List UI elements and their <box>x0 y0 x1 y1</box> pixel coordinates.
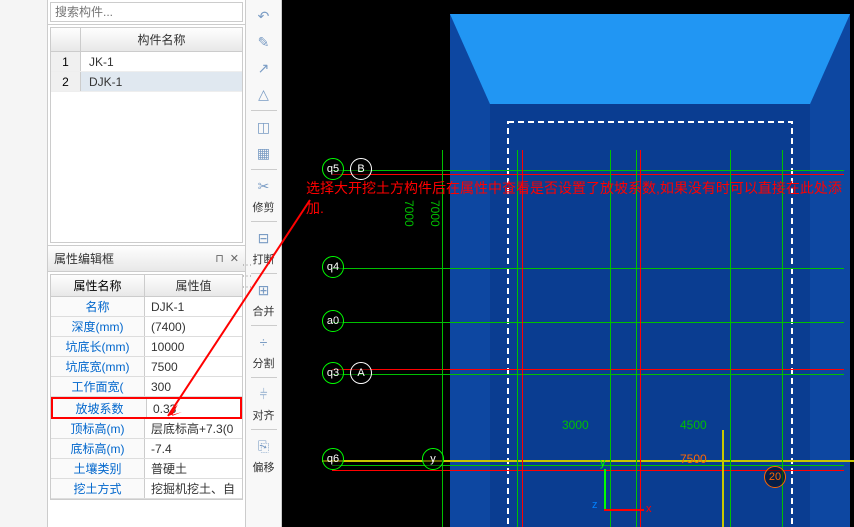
prop-header-value[interactable]: 属性值 <box>145 275 242 296</box>
table-row[interactable]: 1 JK-1 <box>51 52 242 72</box>
component-table: 构件名称 1 JK-1 2 DJK-1 <box>50 27 243 243</box>
tool-merge-icon[interactable]: ⊞ <box>250 278 278 302</box>
left-ribbon <box>0 0 48 527</box>
axis-label-q5: q5 <box>322 158 344 180</box>
prop-row-length[interactable]: 坑底长(mm) 10000 <box>51 337 242 357</box>
tool-grid-icon[interactable]: ▦ <box>250 141 278 165</box>
tool-rect-icon[interactable]: ◫ <box>250 115 278 139</box>
tool-align-icon[interactable]: ⫩ <box>250 382 278 406</box>
axis-label-y: y <box>422 448 444 470</box>
dimension-7500: 7500 <box>680 452 707 466</box>
prop-row-top-elev[interactable]: 顶标高(m) 层底标高+7.3(0 <box>51 419 242 439</box>
dimension-4500: 4500 <box>680 418 707 432</box>
tool-merge-label: 合并 <box>253 304 275 321</box>
axis-label-q6: q6 <box>322 448 344 470</box>
axis-label-B: B <box>350 158 372 180</box>
property-table: 属性名称 属性值 名称 DJK-1 深度(mm) (7400) 坑底长(mm) … <box>50 274 243 500</box>
close-icon[interactable]: ✕ <box>230 252 239 265</box>
table-row[interactable]: 2 DJK-1 <box>51 72 242 92</box>
prop-row-name[interactable]: 名称 DJK-1 <box>51 297 242 317</box>
pin-icon[interactable]: ⊓ <box>215 252 224 265</box>
axis-label-q3: q3 <box>322 362 344 384</box>
tool-pencil-icon[interactable]: ✎ <box>250 30 278 54</box>
prop-row-depth[interactable]: 深度(mm) (7400) <box>51 317 242 337</box>
tool-align-label: 对齐 <box>253 408 275 425</box>
column-header-name[interactable]: 构件名称 <box>81 28 242 51</box>
tool-offset-icon[interactable]: ⎘ <box>250 434 278 458</box>
prop-row-soil-type[interactable]: 土壤类别 普硬土 <box>51 459 242 479</box>
axis-label-20: 20 <box>764 466 786 488</box>
tool-offset-label: 偏移 <box>253 460 275 477</box>
prop-header-name[interactable]: 属性名称 <box>51 275 145 296</box>
drawing-canvas[interactable]: q5 B q4 a0 q3 A q6 y 20 7000 7000 3000 4… <box>282 0 854 527</box>
axis-label-a0: a0 <box>322 310 344 332</box>
axis-label-A: A <box>350 362 372 384</box>
prop-row-excavation-method[interactable]: 挖土方式 挖掘机挖土、自 <box>51 479 242 499</box>
panel-resize-handle[interactable]: ⋮⋮⋮ <box>241 260 252 293</box>
search-input[interactable] <box>50 2 243 22</box>
axis-label-q4: q4 <box>322 256 344 278</box>
prop-row-workface[interactable]: 工作面宽( 300 <box>51 377 242 397</box>
prop-row-slope-coefficient[interactable]: 放坡系数 0.33 <box>51 397 242 419</box>
property-editor-title: 属性编辑框 ⊓ ✕ <box>48 245 245 272</box>
prop-row-bottom-elev[interactable]: 底标高(m) -7.4 <box>51 439 242 459</box>
tool-break-icon[interactable]: ⊟ <box>250 226 278 250</box>
tool-split-label: 分割 <box>253 356 275 373</box>
excavation-shape[interactable] <box>450 14 850 527</box>
tool-triangle-icon[interactable]: △ <box>250 82 278 106</box>
tool-trim-icon[interactable]: ✂ <box>250 174 278 198</box>
tool-trim-label: 修剪 <box>253 200 275 217</box>
tool-split-icon[interactable]: ÷ <box>250 330 278 354</box>
prop-row-width[interactable]: 坑底宽(mm) 7500 <box>51 357 242 377</box>
tool-undo-icon[interactable]: ↶ <box>250 4 278 28</box>
tool-break-label: 打断 <box>253 252 275 269</box>
dimension-3000: 3000 <box>562 418 589 432</box>
annotation-text: 选择大开挖土方构件后在属性中查看是否设置了放坡系数,如果没有时可以直接在此处添加… <box>306 178 846 218</box>
components-panel: 构件名称 1 JK-1 2 DJK-1 属性编辑框 ⊓ ✕ 属性名称 属性 <box>48 0 246 527</box>
tool-arrow-icon[interactable]: ↗ <box>250 56 278 80</box>
